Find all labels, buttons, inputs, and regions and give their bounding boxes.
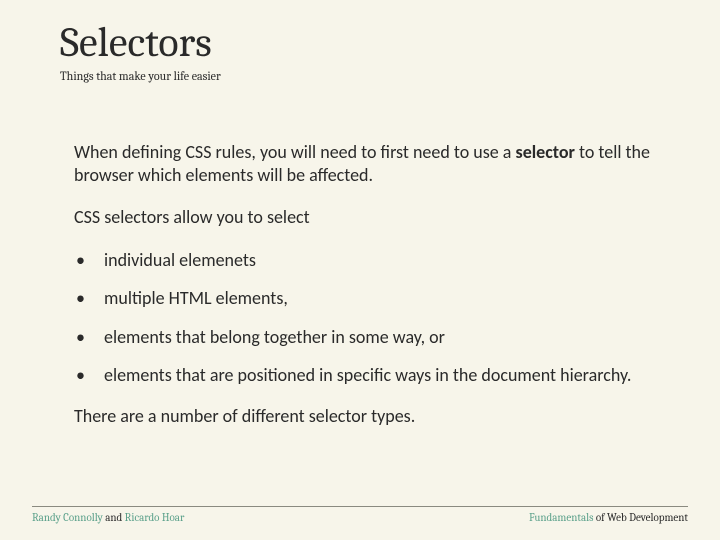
footer-row: Randy Connolly and Ricardo Hoar Fundamen… xyxy=(32,511,688,524)
bullet-list: •individual elemenets •multiple HTML ele… xyxy=(74,249,660,387)
footer-book-pre: Fundamentals xyxy=(529,511,593,524)
lead-paragraph: CSS selectors allow you to select xyxy=(74,206,660,229)
footer-join: and xyxy=(103,511,125,524)
outro-paragraph: There are a number of different selector… xyxy=(74,405,660,428)
list-item: •multiple HTML elements, xyxy=(74,287,660,310)
bullet-icon: • xyxy=(74,364,104,387)
footer-right: Fundamentals of Web Development xyxy=(529,511,688,524)
list-item: •elements that belong together in some w… xyxy=(74,326,660,349)
intro-text-bold: selector xyxy=(516,141,575,163)
bullet-text: multiple HTML elements, xyxy=(104,287,288,309)
bullet-text: individual elemenets xyxy=(104,249,256,271)
bullet-icon: • xyxy=(74,326,104,349)
intro-paragraph: When defining CSS rules, you will need t… xyxy=(74,141,660,186)
footer-divider xyxy=(32,506,688,507)
bullet-text: elements that are positioned in specific… xyxy=(104,364,631,386)
list-item: •elements that are positioned in specifi… xyxy=(74,364,660,387)
bullet-icon: • xyxy=(74,249,104,272)
slide-title: Selectors xyxy=(60,18,720,67)
list-item: •individual elemenets xyxy=(74,249,660,272)
footer-author-2: Ricardo Hoar xyxy=(125,511,185,524)
bullet-icon: • xyxy=(74,287,104,310)
content: When defining CSS rules, you will need t… xyxy=(0,83,720,427)
footer: Randy Connolly and Ricardo Hoar Fundamen… xyxy=(32,506,688,524)
footer-book-post: of Web Development xyxy=(593,511,688,524)
intro-text-pre: When defining CSS rules, you will need t… xyxy=(74,141,516,163)
bullet-text: elements that belong together in some wa… xyxy=(104,326,445,348)
header: Selectors Things that make your life eas… xyxy=(0,0,720,83)
slide-subtitle: Things that make your life easier xyxy=(60,69,720,83)
slide: Selectors Things that make your life eas… xyxy=(0,0,720,540)
footer-left: Randy Connolly and Ricardo Hoar xyxy=(32,511,184,524)
footer-author-1: Randy Connolly xyxy=(32,511,103,524)
